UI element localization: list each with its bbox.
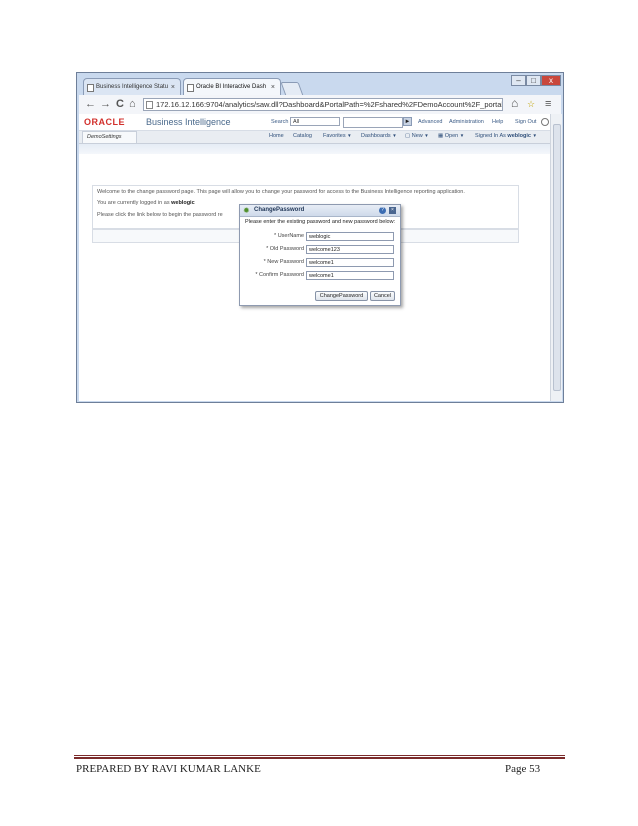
vertical-scrollbar[interactable] bbox=[550, 114, 562, 401]
tab-close-icon[interactable]: × bbox=[171, 79, 175, 95]
dialog-instruction: Please enter the existing password and n… bbox=[245, 219, 396, 225]
logged-in-text: You are currently logged in as weblogic bbox=[97, 200, 195, 206]
favorites-label: Favorites bbox=[323, 133, 346, 139]
administration-link[interactable]: Administration bbox=[449, 119, 484, 125]
change-password-dialog: ✹ ChangePassword ? × Please enter the ex… bbox=[239, 204, 401, 306]
back-icon[interactable]: ← bbox=[85, 98, 96, 111]
obiee-header: ORACLE Business Intelligence Search All … bbox=[79, 114, 550, 131]
url-text: 172.16.12.166:9704/analytics/saw.dll?Das… bbox=[156, 100, 503, 109]
sign-out-link[interactable]: Sign Out bbox=[515, 119, 536, 125]
dialog-titlebar[interactable]: ✹ ChangePassword ? × bbox=[240, 205, 400, 217]
confirm-password-field[interactable]: welcome1 bbox=[306, 271, 394, 280]
open-menu[interactable]: ▦ Open ▼ bbox=[438, 133, 464, 139]
close-icon[interactable]: × bbox=[389, 207, 396, 214]
advanced-link[interactable]: Advanced bbox=[418, 119, 442, 125]
chevron-down-icon: ▼ bbox=[532, 133, 537, 138]
new-password-label: * New Password bbox=[263, 259, 304, 265]
dashboards-label: Dashboards bbox=[361, 133, 391, 139]
obiee-navbar: DemoSettings Home Catalog Favorites ▼ Da… bbox=[79, 131, 550, 144]
oracle-logo: ORACLE bbox=[84, 117, 125, 127]
browser-window: Business Intelligence Statu × Oracle BI … bbox=[76, 72, 564, 403]
reload-icon[interactable]: C bbox=[116, 98, 124, 111]
scrollbar-thumb[interactable] bbox=[553, 124, 561, 391]
new-label: New bbox=[411, 133, 423, 139]
chevron-down-icon: ▼ bbox=[347, 133, 352, 138]
catalog-link[interactable]: Catalog bbox=[293, 133, 312, 139]
logged-in-user: weblogic bbox=[171, 200, 195, 206]
search-scope-select[interactable]: All bbox=[290, 117, 340, 126]
footer-rule-thick bbox=[74, 757, 565, 759]
chevron-down-icon: ▼ bbox=[392, 133, 397, 138]
menu-icon[interactable]: ≡ bbox=[545, 98, 551, 111]
bookmark-home-icon[interactable]: ⌂ bbox=[511, 97, 518, 110]
search-label: Search bbox=[271, 119, 289, 125]
star-icon[interactable]: ☆ bbox=[527, 98, 535, 111]
logged-in-prefix: You are currently logged in as bbox=[97, 200, 172, 206]
browser-toolbar: ← → C ⌂ 172.16.12.166:9704/analytics/saw… bbox=[79, 95, 561, 115]
chevron-down-icon: ▼ bbox=[459, 133, 465, 138]
window-maximize-button[interactable]: □ bbox=[526, 75, 541, 86]
old-password-label: * Old Password bbox=[266, 246, 304, 252]
tab-label: Business Intelligence Statu bbox=[96, 84, 169, 90]
tab-close-icon[interactable]: × bbox=[271, 79, 275, 95]
username-field[interactable]: weblogic bbox=[306, 232, 394, 241]
confirm-password-label: * Confirm Password bbox=[255, 272, 304, 278]
home-link[interactable]: Home bbox=[269, 133, 284, 139]
tab-label: Oracle BI Interactive Dash bbox=[196, 84, 267, 90]
username-label: * UserName bbox=[274, 233, 304, 239]
window-close-button[interactable]: x bbox=[541, 75, 561, 86]
footer-page-number: Page 53 bbox=[505, 763, 541, 775]
help-icon[interactable]: ? bbox=[379, 207, 386, 214]
signed-in-as-menu[interactable]: Signed In As weblogic ▼ bbox=[475, 133, 537, 139]
dialog-title: ChangePassword bbox=[254, 207, 305, 213]
welcome-text: Welcome to the change password page. Thi… bbox=[97, 189, 465, 195]
page-banner bbox=[79, 144, 550, 154]
tab-demosettings[interactable]: DemoSettings bbox=[82, 131, 137, 143]
page-icon bbox=[187, 84, 194, 92]
open-label: Open bbox=[444, 133, 459, 139]
window-minimize-button[interactable]: – bbox=[511, 75, 526, 86]
click-link-text: Please click the link below to begin the… bbox=[97, 212, 223, 218]
help-link[interactable]: Help bbox=[492, 119, 503, 125]
new-password-field[interactable]: welcome1 bbox=[306, 258, 394, 267]
gear-icon: ✹ bbox=[243, 206, 250, 215]
page-icon bbox=[87, 84, 94, 92]
browser-tab-dashboard[interactable]: Oracle BI Interactive Dash × bbox=[183, 78, 281, 95]
cancel-button[interactable]: Cancel bbox=[370, 291, 395, 301]
signed-in-label: Signed In As bbox=[475, 133, 506, 139]
dashboards-menu[interactable]: Dashboards ▼ bbox=[361, 133, 397, 139]
search-input[interactable] bbox=[343, 117, 403, 128]
old-password-field[interactable]: welcome123 bbox=[306, 245, 394, 254]
page-content: ORACLE Business Intelligence Search All … bbox=[79, 114, 550, 401]
favorites-menu[interactable]: Favorites ▼ bbox=[323, 133, 352, 139]
browser-tab-bi-status[interactable]: Business Intelligence Statu × bbox=[83, 78, 181, 95]
new-tab-button[interactable] bbox=[280, 82, 304, 96]
sign-out-icon[interactable] bbox=[541, 118, 549, 126]
footer-rule bbox=[74, 755, 565, 756]
product-name: Business Intelligence bbox=[146, 117, 231, 127]
footer-author: PREPARED BY RAVI KUMAR LANKE bbox=[76, 763, 261, 775]
forward-icon[interactable]: → bbox=[100, 98, 111, 111]
new-menu[interactable]: ▢ New ▼ bbox=[405, 133, 429, 139]
folder-icon: ▦ bbox=[438, 133, 444, 139]
signed-in-user: weblogic bbox=[507, 133, 531, 139]
new-doc-icon: ▢ bbox=[405, 133, 411, 139]
home-icon[interactable]: ⌂ bbox=[129, 98, 136, 111]
page-icon bbox=[146, 101, 153, 109]
search-go-button[interactable]: ► bbox=[403, 117, 412, 126]
chevron-down-icon: ▼ bbox=[424, 133, 429, 138]
change-password-button[interactable]: ChangePassword bbox=[315, 291, 368, 301]
address-bar[interactable]: 172.16.12.166:9704/analytics/saw.dll?Das… bbox=[143, 98, 503, 111]
